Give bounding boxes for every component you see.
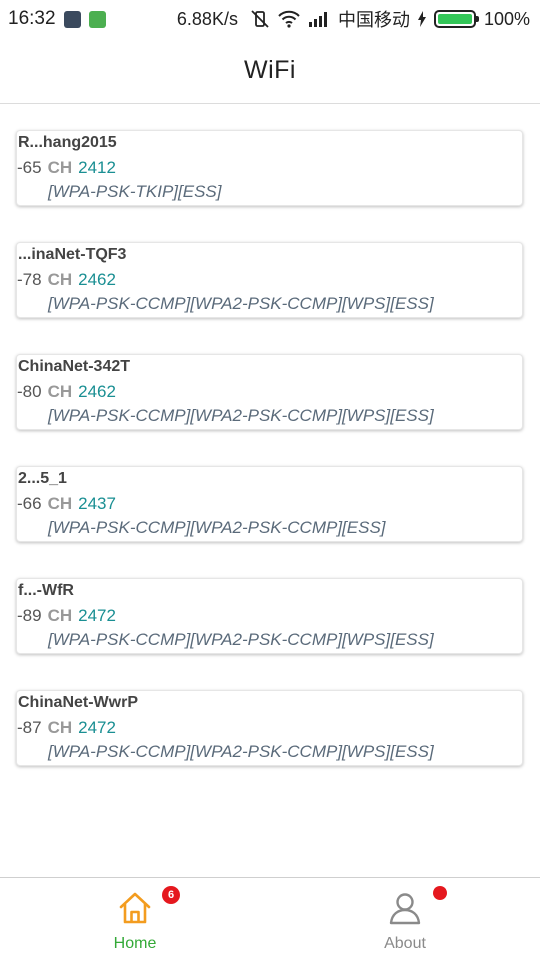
wifi-ssid: ChinaNet-WwrP — [18, 694, 138, 711]
wifi-frequency: 2437 — [78, 494, 116, 513]
wifi-capabilities: [WPA-PSK-CCMP][WPA2-PSK-CCMP][WPS][ESS] — [48, 406, 434, 425]
wifi-network-card[interactable]: ChinaNet-WwrP -87 CH 2472 [WPA-PSK-CCMP]… — [16, 690, 523, 766]
wifi-rssi: -87 — [17, 718, 42, 737]
wifi-capabilities: [WPA-PSK-CCMP][WPA2-PSK-CCMP][WPS][ESS] — [48, 294, 434, 313]
wifi-frequency: 2472 — [78, 718, 116, 737]
wifi-capabilities: [WPA-PSK-CCMP][WPA2-PSK-CCMP][WPS][ESS] — [48, 742, 434, 761]
wifi-frequency: 2472 — [78, 606, 116, 625]
wifi-network-card[interactable]: f...-WfR -89 CH 2472 [WPA-PSK-CCMP][WPA2… — [16, 578, 523, 654]
notification-app-icon — [63, 10, 81, 28]
wifi-ssid: ChinaNet-342T — [18, 358, 131, 375]
nav-about-label: About — [384, 935, 426, 952]
about-notification-dot — [433, 886, 447, 900]
wifi-ssid: f...-WfR — [18, 582, 74, 599]
signal-icon — [308, 11, 330, 27]
wifi-ssid: R...hang2015 — [18, 134, 117, 151]
status-bar: 16:32 6.88K/s 中国移动 100% — [0, 0, 540, 38]
status-right: 6.88K/s 中国移动 100% — [177, 6, 530, 32]
nav-home-label: Home — [113, 935, 157, 952]
page-title: WiFi — [244, 56, 296, 84]
status-time: 16:32 — [8, 8, 56, 29]
wifi-signal-line: -65 CH 2412 — [17, 158, 116, 178]
nav-about[interactable]: About — [270, 878, 540, 960]
wifi-ssid: 2...5_1 — [18, 470, 67, 487]
wifi-icon — [278, 10, 300, 28]
wifi-ssid: ...inaNet-TQF3 — [18, 246, 127, 263]
wifi-rssi: -66 — [17, 494, 42, 513]
channel-label: CH — [47, 718, 73, 737]
battery-percent: 100% — [483, 8, 530, 29]
wifi-capabilities: [WPA-PSK-CCMP][WPA2-PSK-CCMP][ESS] — [48, 518, 386, 537]
notification-app-icon — [88, 10, 106, 28]
status-left: 16:32 — [8, 8, 106, 30]
wifi-frequency: 2412 — [78, 158, 116, 177]
channel-label: CH — [47, 158, 73, 177]
bottom-nav: Home 6 About — [0, 877, 540, 960]
wifi-network-card[interactable]: ChinaNet-342T -80 CH 2462 [WPA-PSK-CCMP]… — [16, 354, 523, 430]
channel-label: CH — [47, 382, 73, 401]
wifi-network-card[interactable]: R...hang2015 -65 CH 2412 [WPA-PSK-TKIP][… — [16, 130, 523, 206]
charging-icon — [417, 11, 426, 27]
battery-icon — [433, 10, 479, 28]
carrier-name: 中国移动 — [337, 10, 410, 30]
home-icon — [117, 890, 153, 931]
wifi-signal-line: -66 CH 2437 — [17, 494, 116, 514]
wifi-rssi: -80 — [17, 382, 42, 401]
app-bar: WiFi — [0, 38, 540, 104]
wifi-capabilities: [WPA-PSK-TKIP][ESS] — [48, 182, 222, 201]
wifi-signal-line: -89 CH 2472 — [17, 606, 116, 626]
wifi-frequency: 2462 — [78, 382, 116, 401]
wifi-network-card[interactable]: ...inaNet-TQF3 -78 CH 2462 [WPA-PSK-CCMP… — [16, 242, 523, 318]
channel-label: CH — [47, 270, 73, 289]
wifi-rssi: -65 — [17, 158, 42, 177]
nav-home[interactable]: Home 6 — [0, 878, 270, 960]
wifi-frequency: 2462 — [78, 270, 116, 289]
channel-label: CH — [47, 494, 73, 513]
net-speed: 6.88K/s — [176, 8, 238, 29]
home-badge: 6 — [162, 886, 180, 904]
wifi-signal-line: -78 CH 2462 — [17, 270, 116, 290]
channel-label: CH — [47, 606, 73, 625]
wifi-rssi: -78 — [17, 270, 42, 289]
wifi-network-card[interactable]: 2...5_1 -66 CH 2437 [WPA-PSK-CCMP][WPA2-… — [16, 466, 523, 542]
wifi-capabilities: [WPA-PSK-CCMP][WPA2-PSK-CCMP][WPS][ESS] — [48, 630, 434, 649]
person-icon — [387, 890, 423, 931]
wifi-signal-line: -87 CH 2472 — [17, 718, 116, 738]
vibrate-off-icon — [250, 9, 270, 29]
wifi-rssi: -89 — [17, 606, 42, 625]
wifi-signal-line: -80 CH 2462 — [17, 382, 116, 402]
